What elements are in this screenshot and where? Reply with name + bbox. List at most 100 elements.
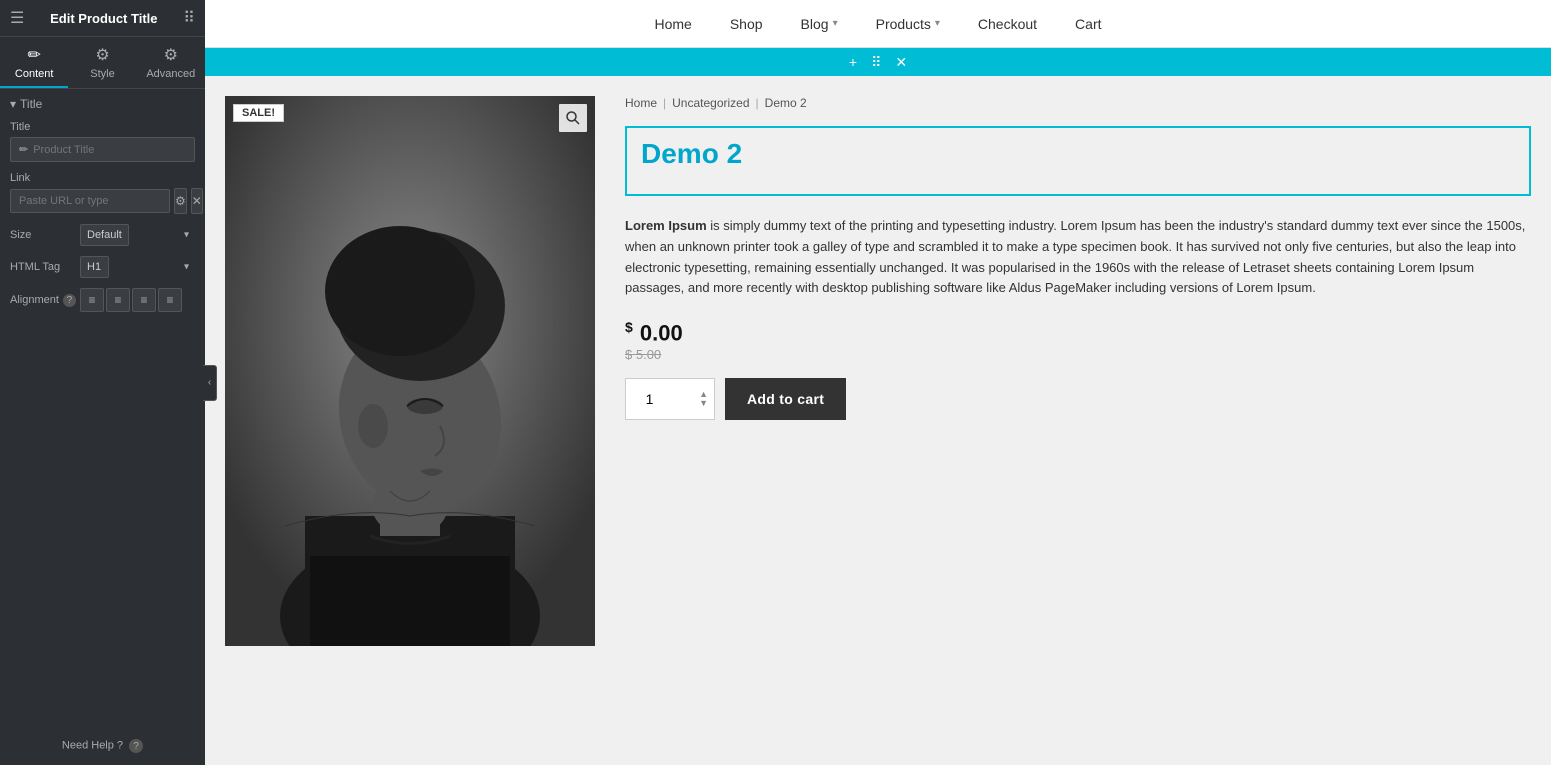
breadcrumb-current: Demo 2 [765, 96, 807, 110]
breadcrumb-home[interactable]: Home [625, 96, 657, 110]
nav-products[interactable]: Products ▾ [872, 16, 944, 32]
price-original: $ 5.00 [625, 347, 1531, 362]
original-price: 5.00 [636, 347, 661, 362]
product-details: Home | Uncategorized | Demo 2 Demo 2 Lor… [625, 96, 1531, 745]
help-link[interactable]: Need Help ? ? [0, 727, 205, 765]
toolbar-move-btn[interactable]: ⠿ [867, 52, 885, 73]
top-nav: Home Shop Blog ▾ Products ▾ Checkout Car… [205, 0, 1551, 48]
toolbar-add-btn[interactable]: + [845, 52, 861, 72]
breadcrumb-sep-2: | [756, 96, 759, 110]
align-right-btn[interactable]: ≡ [132, 288, 156, 312]
nav-cart[interactable]: Cart [1071, 16, 1105, 32]
tab-content-label: Content [15, 68, 54, 80]
blog-dropdown-arrow: ▾ [833, 18, 838, 29]
product-price: $ 0.00 $ 5.00 [625, 319, 1531, 361]
toolbar-actions: + ⠿ ✕ [837, 50, 919, 75]
chevron-down-icon: ▾ [10, 97, 16, 111]
hamburger-icon[interactable]: ☰ [10, 8, 24, 28]
align-justify-btn[interactable]: ≡ [158, 288, 182, 312]
description-text: is simply dummy text of the printing and… [625, 218, 1525, 295]
quantity-down-btn[interactable]: ▼ [699, 399, 708, 408]
link-field: Link ⚙ ✕ [10, 172, 195, 214]
alignment-row: Alignment ? ≡ ≡ ≡ ≡ [10, 288, 195, 312]
html-tag-row: HTML Tag H1 [10, 256, 195, 278]
help-text: Need Help ? [62, 740, 123, 752]
content-area: SALE! [205, 76, 1551, 765]
help-icon: ? [129, 739, 143, 753]
product-image-section: SALE! [225, 96, 595, 745]
size-select-wrapper: Default [80, 224, 195, 246]
grid-icon[interactable]: ⠿ [183, 8, 195, 28]
lorem-ipsum-bold: Lorem Ipsum [625, 218, 707, 233]
content-icon: ✏ [27, 45, 40, 65]
sale-badge: SALE! [233, 104, 284, 122]
title-input[interactable] [33, 144, 186, 156]
nav-checkout[interactable]: Checkout [974, 16, 1041, 32]
alignment-label: Alignment ? [10, 294, 80, 307]
section-title-toggle[interactable]: ▾ Title [10, 97, 195, 111]
alignment-text: Alignment [10, 294, 59, 306]
currency-symbol: $ [625, 319, 633, 335]
section-title-label: Title [20, 97, 42, 111]
title-input-wrapper: ✏ [10, 137, 195, 162]
title-section: ▾ Title Title ✏ Link ⚙ ✕ Size Default [0, 89, 205, 330]
tab-style[interactable]: ⚙ Style [68, 37, 136, 88]
align-center-btn[interactable]: ≡ [106, 288, 130, 312]
tab-advanced[interactable]: ⚙ Advanced [137, 37, 205, 88]
products-dropdown-arrow: ▾ [935, 18, 940, 29]
quantity-wrapper: ▲ ▼ [625, 378, 715, 420]
tab-content[interactable]: ✏ Content [0, 37, 68, 88]
product-description: Lorem Ipsum is simply dummy text of the … [625, 216, 1531, 299]
add-to-cart-button[interactable]: Add to cart [725, 378, 846, 420]
product-title-box[interactable]: Demo 2 [625, 126, 1531, 196]
size-label: Size [10, 229, 80, 241]
link-settings-btn[interactable]: ⚙ [174, 188, 187, 214]
toolbar-close-btn[interactable]: ✕ [891, 52, 911, 73]
sidebar-tabs: ✏ Content ⚙ Style ⚙ Advanced [0, 37, 205, 89]
product-title: Demo 2 [641, 138, 1515, 170]
add-to-cart-row: ▲ ▼ Add to cart [625, 378, 1531, 420]
size-select[interactable]: Default [80, 224, 129, 246]
breadcrumb: Home | Uncategorized | Demo 2 [625, 96, 1531, 110]
nav-home[interactable]: Home [650, 16, 695, 32]
size-field-row: Size Default [10, 224, 195, 246]
title-field-label: Title [10, 121, 195, 133]
original-currency: $ [625, 347, 632, 362]
quantity-spinners: ▲ ▼ [699, 390, 708, 408]
link-remove-btn[interactable]: ✕ [191, 188, 203, 214]
pencil-icon: ✏ [19, 143, 28, 156]
sidebar-title: Edit Product Title [50, 11, 157, 26]
nav-blog[interactable]: Blog ▾ [797, 16, 842, 32]
breadcrumb-category[interactable]: Uncategorized [672, 96, 749, 110]
tab-style-label: Style [90, 68, 114, 80]
price-current: $ 0.00 [625, 319, 1531, 346]
sidebar-header: ☰ Edit Product Title ⠿ [0, 0, 205, 37]
nav-blog-label: Blog [801, 16, 829, 32]
sidebar-collapse-btn[interactable]: ‹ [203, 365, 217, 401]
nav-shop-label: Shop [730, 16, 763, 32]
html-tag-label: HTML Tag [10, 261, 80, 273]
price-value: 0.00 [640, 321, 683, 346]
link-input-row: ⚙ ✕ [10, 188, 195, 214]
style-icon: ⚙ [95, 45, 109, 65]
nav-cart-label: Cart [1075, 16, 1101, 32]
breadcrumb-sep-1: | [663, 96, 666, 110]
nav-shop[interactable]: Shop [726, 16, 767, 32]
html-tag-select[interactable]: H1 [80, 256, 109, 278]
advanced-icon: ⚙ [164, 45, 178, 65]
nav-checkout-label: Checkout [978, 16, 1037, 32]
product-photo [225, 96, 595, 646]
main-area: Home Shop Blog ▾ Products ▾ Checkout Car… [205, 0, 1551, 765]
product-image-wrapper: SALE! [225, 96, 595, 646]
zoom-icon[interactable] [559, 104, 587, 132]
title-field: Title ✏ [10, 121, 195, 162]
elementor-toolbar: + ⠿ ✕ [205, 48, 1551, 76]
align-left-btn[interactable]: ≡ [80, 288, 104, 312]
alignment-info-icon: ? [63, 294, 76, 307]
sidebar: ☰ Edit Product Title ⠿ ✏ Content ⚙ Style… [0, 0, 205, 765]
nav-products-label: Products [876, 16, 931, 32]
link-input[interactable] [10, 189, 170, 213]
tab-advanced-label: Advanced [146, 68, 195, 80]
quantity-input[interactable] [632, 391, 682, 407]
nav-home-label: Home [654, 16, 691, 32]
